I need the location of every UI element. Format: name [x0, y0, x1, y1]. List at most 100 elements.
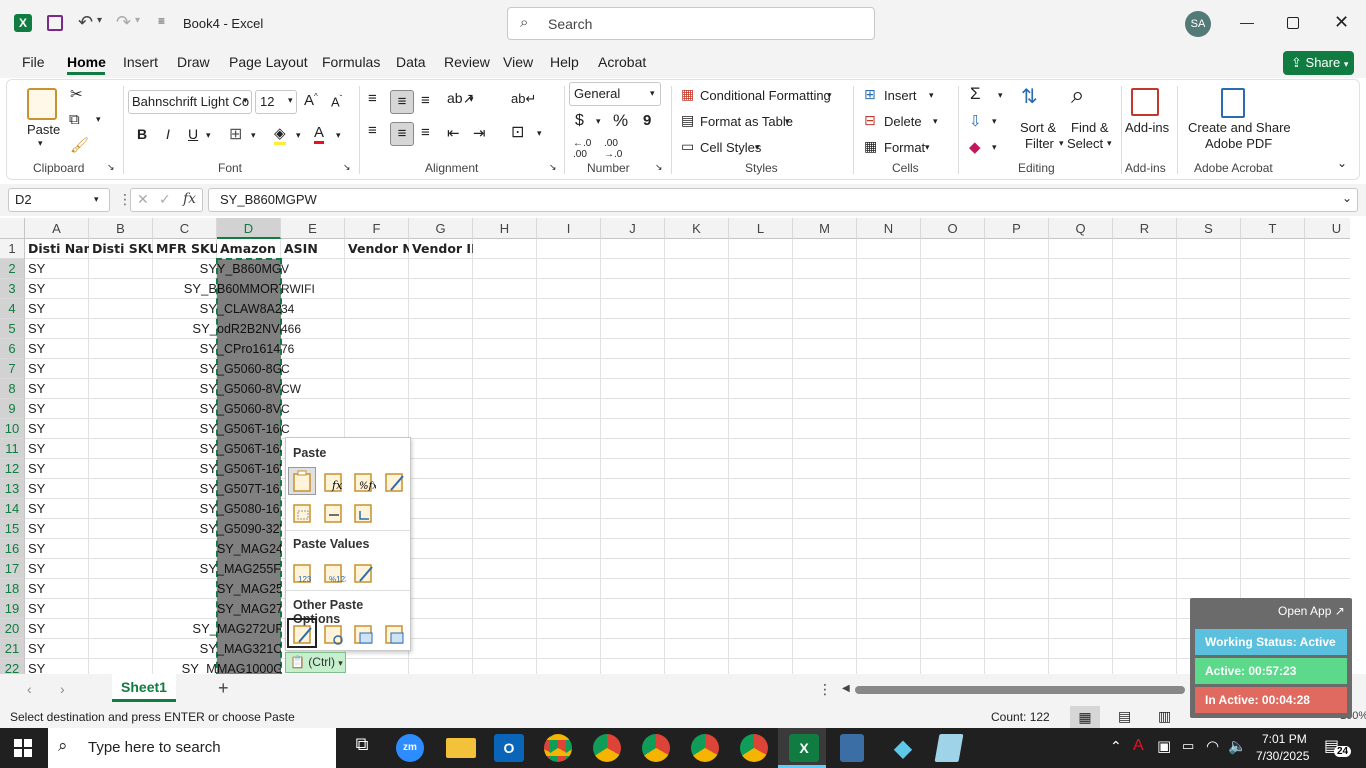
number-format-select[interactable]: General	[569, 82, 661, 106]
row-header-2[interactable]: 2	[0, 259, 25, 279]
tab-split-handle-icon[interactable]: ⋮	[818, 681, 832, 698]
cell-d20[interactable]: MAG272URD	[217, 619, 281, 639]
scroll-sheets-left-icon[interactable]: ‹	[27, 681, 32, 697]
header-cell-e[interactable]: ASIN	[284, 239, 345, 259]
cell-a11[interactable]: SY	[28, 439, 88, 459]
fill-icon[interactable]: ⇩	[969, 112, 982, 130]
column-header-f[interactable]: F	[345, 218, 409, 239]
cell-a20[interactable]: SY	[28, 619, 88, 639]
merge-center-icon[interactable]: ⊡	[511, 122, 524, 142]
create-share-label-1[interactable]: Create and Share	[1188, 120, 1291, 135]
row-header-12[interactable]: 12	[0, 459, 25, 479]
cell-d2[interactable]: Y_B860MGP	[217, 259, 281, 279]
decrease-decimal-icon[interactable]: .00 →.0	[604, 138, 622, 160]
cell-a19[interactable]: SY	[28, 599, 88, 619]
tab-file[interactable]: File	[22, 54, 45, 70]
cell-c20[interactable]: SY_	[153, 619, 217, 639]
top-align-icon[interactable]: ≡	[368, 90, 377, 107]
font-color-dropdown-icon[interactable]: ▾	[336, 130, 341, 141]
paste-values-icon[interactable]: 123	[289, 559, 315, 585]
cell-a15[interactable]: SY	[28, 519, 88, 539]
cell-e10[interactable]: C	[281, 419, 345, 439]
tab-acrobat[interactable]: Acrobat	[598, 54, 646, 70]
sort-filter-icon[interactable]: ⇅	[1021, 84, 1038, 109]
cell-c22[interactable]: SY_M	[153, 659, 217, 674]
find-select-label-1[interactable]: Find &	[1071, 120, 1109, 135]
format-cells-icon[interactable]: ▦	[864, 138, 877, 155]
column-header-h[interactable]: H	[473, 218, 537, 239]
find-select-icon[interactable]: ⌕	[1071, 82, 1084, 110]
cell-c10[interactable]: SY	[153, 419, 217, 439]
column-header-l[interactable]: L	[729, 218, 793, 239]
underline-icon[interactable]: U	[188, 126, 198, 142]
column-header-q[interactable]: Q	[1049, 218, 1113, 239]
insert-cells-button[interactable]: Insert	[884, 88, 917, 103]
show-hidden-icons-icon[interactable]: ⌃	[1110, 738, 1122, 755]
redo-dropdown-icon[interactable]: ▾	[135, 15, 140, 26]
header-cell-c[interactable]: MFR SKU	[156, 239, 217, 259]
paste-dropdown-icon[interactable]: ▾	[38, 138, 43, 149]
find-select-label-2[interactable]: Select	[1067, 136, 1103, 151]
cell-a3[interactable]: SY	[28, 279, 88, 299]
paste-link-icon[interactable]	[320, 620, 346, 646]
row-header-1[interactable]: 1	[0, 239, 25, 259]
cell-c16[interactable]	[153, 539, 217, 559]
cell-d11[interactable]: _G506T-16S	[217, 439, 281, 459]
chrome-icon[interactable]	[593, 734, 621, 762]
column-header-m[interactable]: M	[793, 218, 857, 239]
wrap-text-icon[interactable]: ab↵	[511, 91, 536, 107]
column-header-k[interactable]: K	[665, 218, 729, 239]
tab-help[interactable]: Help	[550, 54, 579, 70]
chrome-icon[interactable]	[740, 734, 768, 762]
row-header-5[interactable]: 5	[0, 319, 25, 339]
cell-a8[interactable]: SY	[28, 379, 88, 399]
add-ins-icon[interactable]	[1131, 88, 1159, 116]
hscroll-left-icon[interactable]: ◀	[842, 683, 850, 694]
cell-d16[interactable]: SY_MAG242	[217, 539, 281, 559]
name-box-dropdown-icon[interactable]: ▾	[94, 194, 99, 205]
maximize-button[interactable]	[1287, 17, 1299, 29]
font-color-icon[interactable]: A	[314, 124, 325, 144]
font-family-select[interactable]: Bahnschrift Light Co	[128, 90, 252, 114]
header-cell-f[interactable]: Vendor N	[348, 239, 409, 259]
calculator-icon[interactable]	[840, 734, 864, 762]
cell-d7[interactable]: _G5060-8G	[217, 359, 281, 379]
cell-d4[interactable]: _CLAW8A20	[217, 299, 281, 319]
acrobat-tray-icon[interactable]: A	[1133, 737, 1144, 755]
cell-c15[interactable]: SY	[153, 519, 217, 539]
conditional-formatting-dropdown-icon[interactable]: ▾	[827, 90, 832, 101]
row-header-19[interactable]: 19	[0, 599, 25, 619]
cell-a9[interactable]: SY	[28, 399, 88, 419]
percent-icon[interactable]: %	[613, 111, 628, 131]
conditional-formatting-icon[interactable]: ▦	[681, 86, 694, 103]
expand-formula-bar-icon[interactable]: ⌄	[1342, 191, 1352, 205]
bold-icon[interactable]: B	[137, 126, 147, 142]
cell-d9[interactable]: _G5060-8V	[217, 399, 281, 419]
cell-c9[interactable]: SY	[153, 399, 217, 419]
paste-linked-picture-icon[interactable]	[381, 620, 407, 646]
cell-a6[interactable]: SY	[28, 339, 88, 359]
select-all-corner[interactable]	[0, 218, 25, 239]
copy-dropdown-icon[interactable]: ▾	[96, 114, 101, 125]
undo-dropdown-icon[interactable]: ▾	[97, 15, 102, 26]
row-header-22[interactable]: 22	[0, 659, 25, 674]
paste-transpose-icon[interactable]	[350, 499, 376, 525]
row-header-14[interactable]: 14	[0, 499, 25, 519]
create-share-label-2[interactable]: Adobe PDF	[1205, 136, 1272, 151]
close-button[interactable]: ✕	[1334, 12, 1349, 33]
formula-input[interactable]: SY_B860MGPW	[208, 188, 1358, 212]
file-explorer-icon[interactable]	[446, 738, 476, 758]
cell-c18[interactable]	[153, 579, 217, 599]
tab-insert[interactable]: Insert	[123, 54, 158, 70]
cell-d12[interactable]: _G506T-16V	[217, 459, 281, 479]
row-header-21[interactable]: 21	[0, 639, 25, 659]
insert-cells-dropdown-icon[interactable]: ▾	[929, 90, 934, 101]
sort-filter-label-2[interactable]: Filter	[1025, 136, 1054, 151]
italic-icon[interactable]: I	[166, 126, 170, 142]
paste-picture-icon[interactable]	[350, 620, 376, 646]
cell-d3[interactable]: B60MMORTA	[217, 279, 281, 299]
paste-formatting-icon[interactable]	[287, 618, 317, 648]
clipboard-launcher-icon[interactable]: ↘	[107, 162, 115, 173]
customize-qat-icon[interactable]: ≡	[158, 14, 165, 28]
cell-styles-icon[interactable]: ▭	[681, 138, 694, 155]
